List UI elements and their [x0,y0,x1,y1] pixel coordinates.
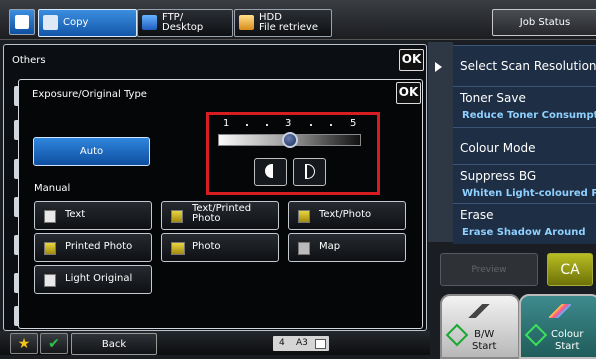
type-text-photo-button[interactable]: Text/Photo [288,201,406,230]
type-map-button[interactable]: Map [288,233,406,262]
option-title: Erase [460,208,494,222]
type-label: Photo [192,241,221,252]
option-erase[interactable]: Erase Erase Shadow Around [453,203,596,244]
map-icon [298,242,310,255]
option-title: Toner Save [460,91,526,105]
photo-icon [171,242,185,255]
manual-label: Manual [34,183,71,194]
colour-start-button[interactable]: Colour Start [519,294,596,359]
type-label: Light Original [65,273,133,284]
home-button[interactable] [9,9,35,35]
paper-tray-indicator: 4 A3 [273,336,329,351]
others-ok-button[interactable]: OK [399,49,424,71]
bw-start-button[interactable]: B/W Start [440,294,520,359]
others-dialog-title: Others [12,55,46,66]
option-select-scan-resolution[interactable]: Select Scan Resolution [453,45,596,86]
favorite-button[interactable]: ★ [10,333,38,354]
type-text-button[interactable]: Text [34,201,152,230]
hdd-file-retrieve-icon [239,15,254,30]
copy-icon [43,15,58,30]
tab-ftp-desktop[interactable]: FTP/ Desktop [137,9,233,37]
option-title: Select Scan Resolution [460,59,596,73]
type-label: Text/Photo [319,209,372,220]
option-suppress-bg[interactable]: Suppress BG Whiten Light-coloured P [453,164,596,205]
home-icon [15,15,29,29]
bw-start-label: B/W Start [472,329,497,352]
type-label: Printed Photo [65,241,133,252]
back-button[interactable]: Back [71,333,157,355]
printed-photo-icon [44,242,56,255]
tab-ftp-desktop-label: FTP/ Desktop [162,12,204,33]
text-photo-icon [298,210,310,223]
job-status-button[interactable]: Job Status [492,9,596,36]
ftp-desktop-icon [142,15,157,30]
option-title: Colour Mode [460,141,536,155]
check-icon: ✔ [48,336,60,352]
text-document-icon [44,210,56,223]
light-original-icon [44,274,56,287]
play-icon[interactable] [435,62,442,72]
colour-start-label: Colour Start [551,329,584,352]
type-label: Text/Printed Photo [192,203,252,224]
type-label: Text [65,209,86,220]
option-subtitle: Erase Shadow Around [462,227,586,238]
colour-pen-icon [549,304,571,318]
pen-icon [468,304,490,318]
option-subtitle: Reduce Toner Consumption [462,110,596,121]
start-diamond-icon [524,323,548,347]
exposure-level-highlight [206,112,380,195]
exposure-dialog-title: Exposure/Original Type [32,89,147,100]
star-icon: ★ [17,336,31,352]
option-colour-mode[interactable]: Colour Mode [453,127,596,168]
confirm-button[interactable]: ✔ [40,333,68,354]
paper-size: A3 [296,338,308,348]
start-diamond-icon [445,323,469,347]
tab-copy-label: Copy [63,17,89,28]
option-subtitle: Whiten Light-coloured P [462,188,596,199]
type-text-printed-photo-button[interactable]: Text/Printed Photo [161,201,279,230]
option-toner-save[interactable]: Toner Save Reduce Toner Consumption [453,86,596,127]
text-printed-photo-icon [171,210,183,223]
clear-all-button[interactable]: CA [547,253,593,286]
tab-hdd-file-retrieve[interactable]: HDD File retrieve [234,9,332,37]
type-printed-photo-button[interactable]: Printed Photo [34,233,152,262]
tab-copy[interactable]: Copy [38,9,137,37]
tab-hdd-label: HDD File retrieve [259,12,318,33]
type-label: Map [319,241,341,252]
exposure-ok-button[interactable]: OK [396,82,421,104]
option-title: Suppress BG [460,169,537,183]
tray-number: 4 [279,338,285,348]
type-light-original-button[interactable]: Light Original [34,265,152,294]
auto-button[interactable]: Auto [33,137,150,166]
preview-button[interactable]: Preview [440,253,538,286]
paper-sheet-icon [315,339,326,349]
right-panel-scroll-strip [428,42,453,242]
type-photo-button[interactable]: Photo [161,233,279,262]
